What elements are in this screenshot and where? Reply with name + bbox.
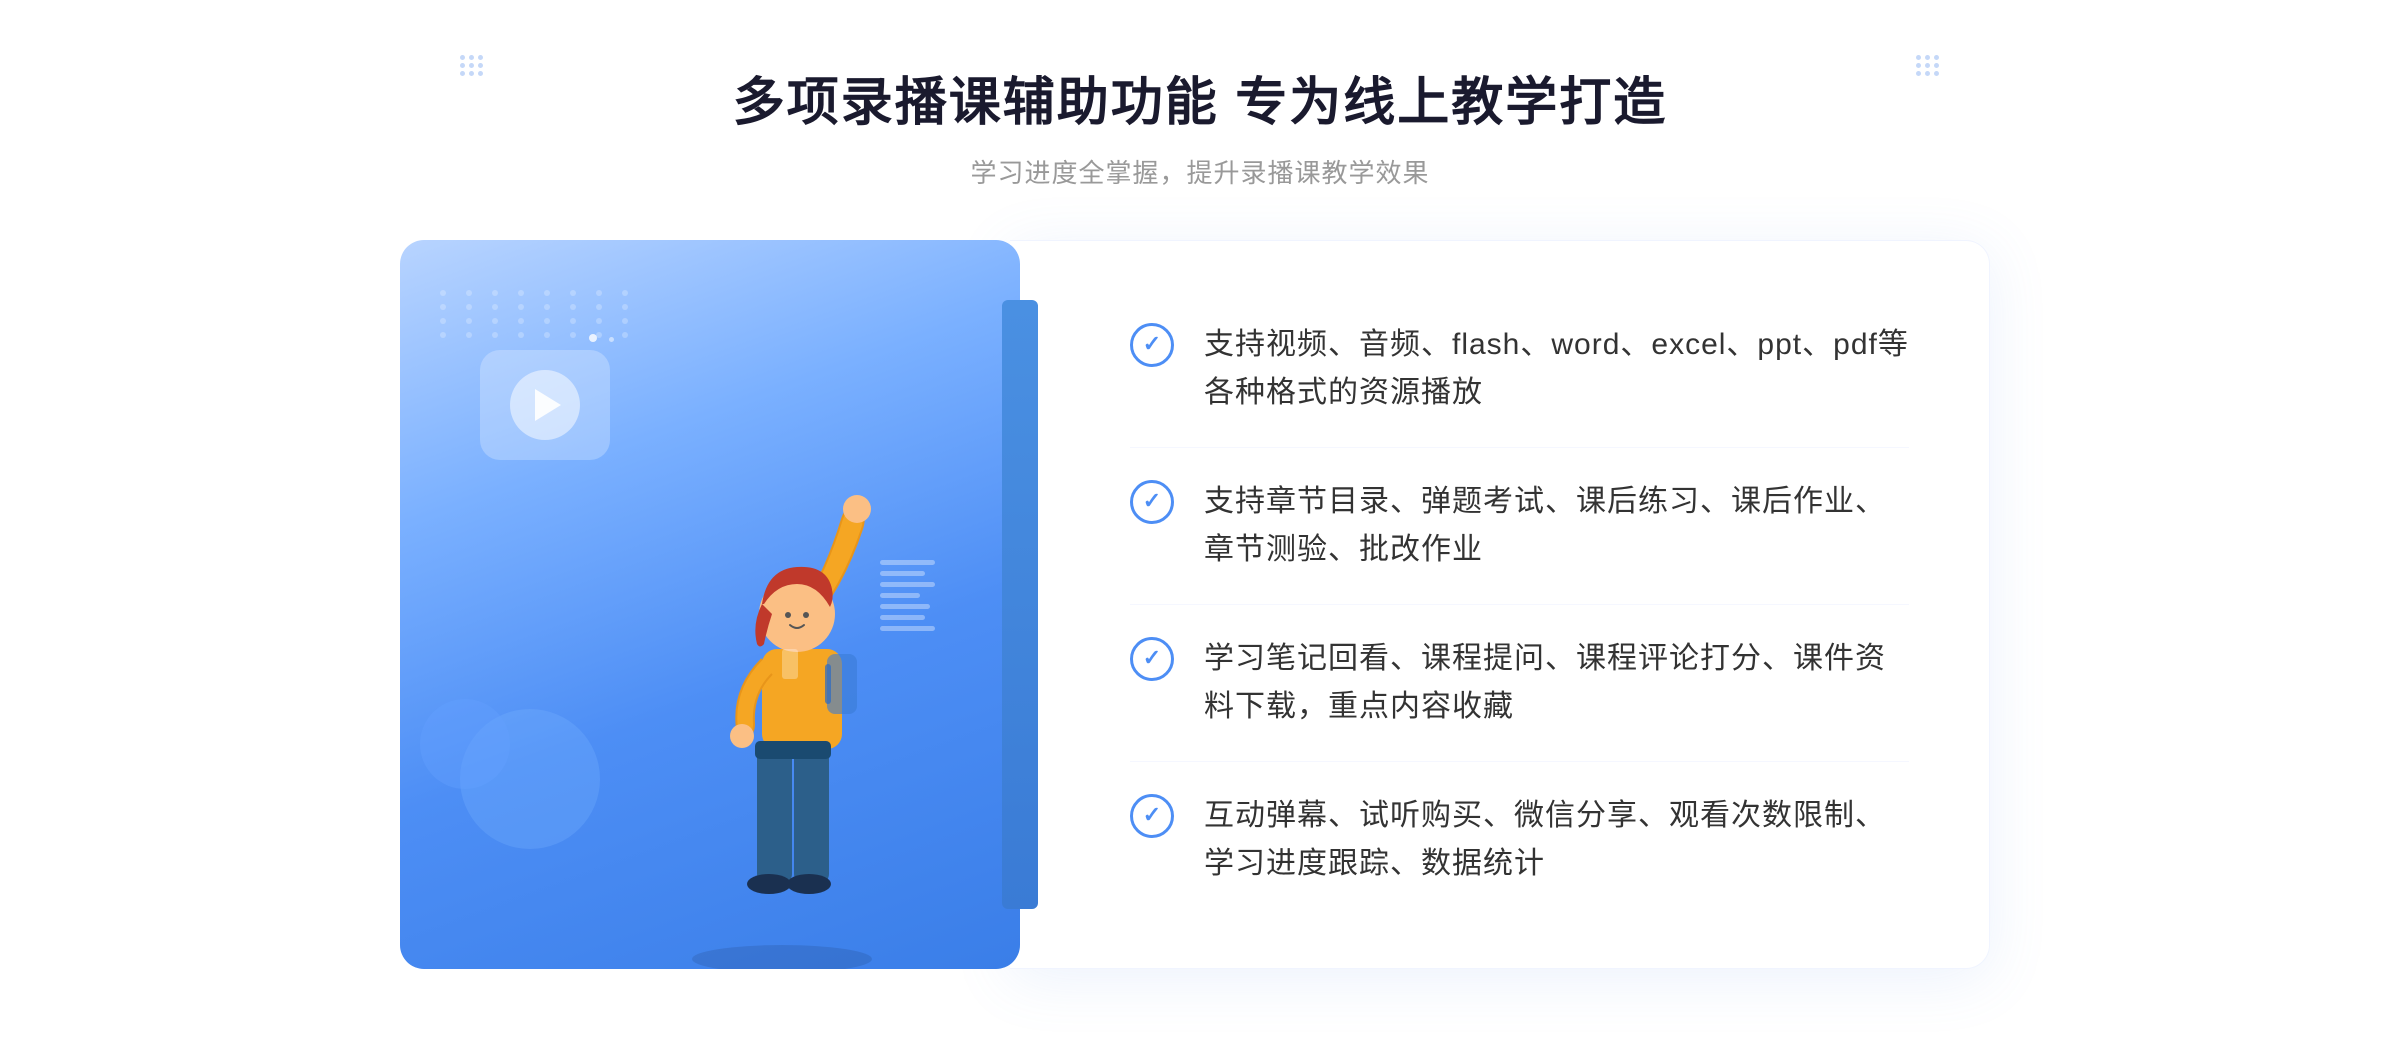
check-mark-2: ✓: [1143, 490, 1161, 512]
feature-item-4: ✓ 互动弹幕、试听购买、微信分享、观看次数限制、学习进度跟踪、数据统计: [1130, 762, 1909, 918]
header-section: 多项录播课辅助功能 专为线上教学打造 学习进度全掌握，提升录播课教学效果: [733, 60, 1667, 190]
figure-container: [602, 409, 962, 969]
sparkle-decoration: [585, 330, 618, 351]
sub-title: 学习进度全掌握，提升录播课教学效果: [733, 153, 1667, 190]
features-panel: ✓ 支持视频、音频、flash、word、excel、ppt、pdf等各种格式的…: [1010, 240, 1990, 969]
check-icon-4: ✓: [1130, 794, 1174, 838]
play-triangle-icon: [535, 389, 561, 421]
dots-decoration-left: [460, 55, 484, 79]
feature-text-1: 支持视频、音频、flash、word、excel、ppt、pdf等各种格式的资源…: [1204, 321, 1909, 417]
accent-bar: [1002, 300, 1038, 909]
page-container: 多项录播课辅助功能 专为线上教学打造 学习进度全掌握，提升录播课教学效果 »: [0, 0, 2400, 1049]
play-icon-circle: [510, 370, 580, 440]
feature-item-1: ✓ 支持视频、音频、flash、word、excel、ppt、pdf等各种格式的…: [1130, 291, 1909, 448]
circle-decoration-small: [420, 699, 510, 789]
check-icon-1: ✓: [1130, 323, 1174, 367]
check-mark-4: ✓: [1143, 804, 1161, 826]
check-icon-3: ✓: [1130, 637, 1174, 681]
feature-text-4: 互动弹幕、试听购买、微信分享、观看次数限制、学习进度跟踪、数据统计: [1204, 792, 1909, 888]
check-circle-2: ✓: [1130, 480, 1174, 524]
feature-text-3: 学习笔记回看、课程提问、课程评论打分、课件资料下载，重点内容收藏: [1204, 635, 1909, 731]
illustration-card: [400, 240, 1020, 969]
dots-decoration-right: [1916, 55, 1940, 79]
feature-item-2: ✓ 支持章节目录、弹题考试、课后练习、课后作业、章节测验、批改作业: [1130, 448, 1909, 605]
check-circle-3: ✓: [1130, 637, 1174, 681]
feature-text-2: 支持章节目录、弹题考试、课后练习、课后作业、章节测验、批改作业: [1204, 478, 1909, 574]
person-illustration: [642, 429, 942, 969]
feature-item-3: ✓ 学习笔记回看、课程提问、课程评论打分、课件资料下载，重点内容收藏: [1130, 605, 1909, 762]
check-mark-3: ✓: [1143, 647, 1161, 669]
check-icon-2: ✓: [1130, 480, 1174, 524]
check-circle-4: ✓: [1130, 794, 1174, 838]
play-bubble: [480, 350, 610, 460]
check-mark-1: ✓: [1143, 333, 1161, 355]
main-title: 多项录播课辅助功能 专为线上教学打造: [733, 60, 1667, 135]
check-circle-1: ✓: [1130, 323, 1174, 367]
content-area: »: [400, 240, 2000, 969]
